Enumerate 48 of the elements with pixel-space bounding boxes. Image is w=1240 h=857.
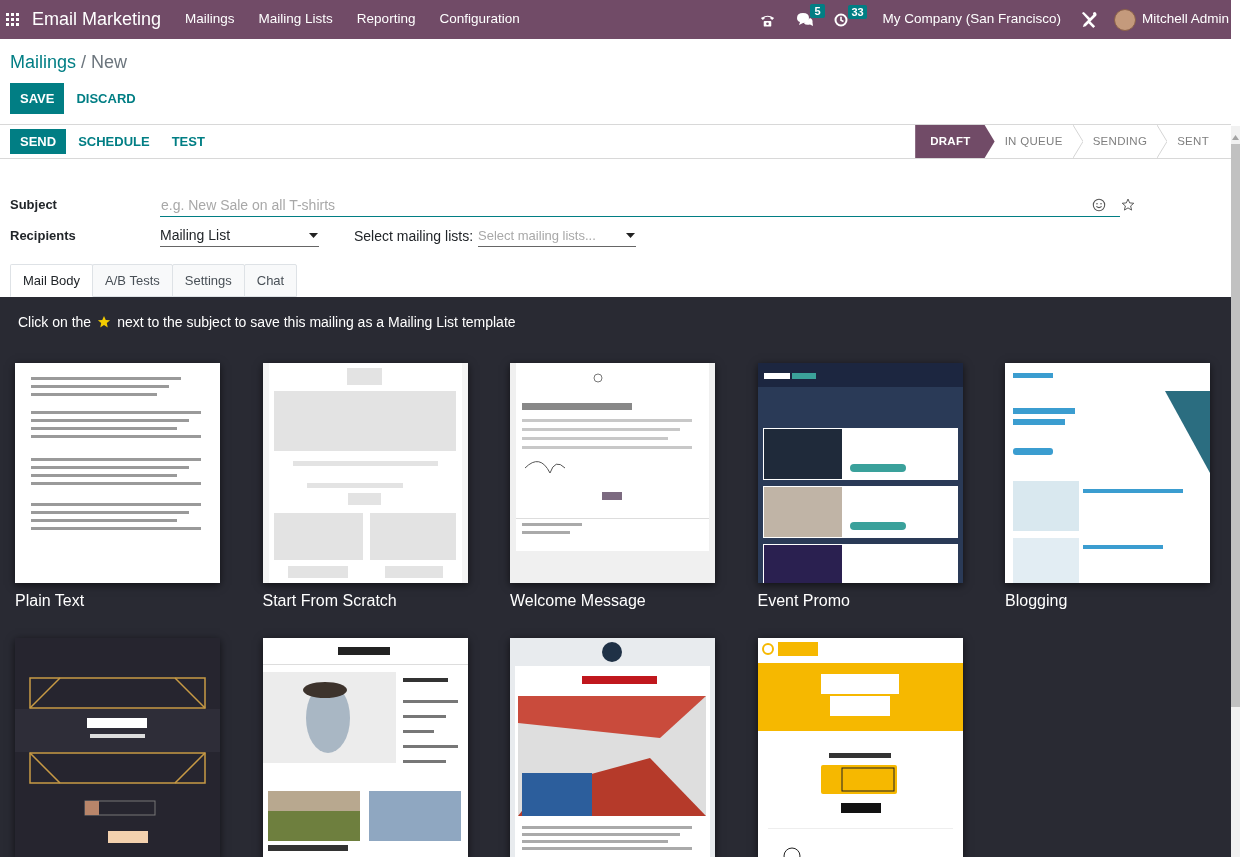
clock-icon[interactable] — [834, 12, 849, 27]
status-step[interactable]: DRAFT — [915, 125, 995, 158]
field-label: Subject — [10, 196, 58, 215]
menu-item[interactable]: Mailing Lists — [246, 9, 345, 30]
action-button[interactable]: DISCARD — [66, 83, 146, 114]
company-switcher[interactable]: My Company (San Francisco) — [882, 9, 1061, 30]
action-button[interactable]: TEST — [161, 129, 215, 154]
tab[interactable]: Settings — [171, 264, 245, 297]
tools-icon[interactable] — [1079, 10, 1098, 29]
recipients-select[interactable]: Mailing List — [160, 225, 319, 247]
scrollbar[interactable] — [1231, 126, 1240, 857]
breadcrumb-current: New — [91, 50, 128, 74]
menu-item[interactable]: Mailings — [173, 9, 247, 30]
tab[interactable]: A/B Tests — [92, 264, 173, 297]
hint-text: next to the subject to save this mailing as a Mailing List template — [117, 312, 516, 332]
template-name[interactable]: Start From Scratch — [262, 591, 468, 611]
template-name[interactable]: Event Promo — [757, 591, 963, 611]
caret-icon — [626, 233, 636, 238]
action-button[interactable]: SEND — [10, 129, 67, 154]
star-icon[interactable] — [1121, 198, 1135, 212]
status-step[interactable]: IN QUEUE — [994, 125, 1073, 158]
status-step[interactable]: SENT — [1167, 125, 1219, 158]
emoji-icon[interactable] — [1092, 198, 1106, 212]
message-count-badge: 5 — [810, 4, 825, 18]
chat-icon[interactable] — [795, 12, 814, 27]
field-label: Select mailing lists: — [354, 226, 474, 246]
activity-count-badge: 33 — [848, 4, 867, 19]
action-button[interactable]: SCHEDULE — [68, 129, 160, 154]
user-menu[interactable]: Mitchell Admin — [1141, 9, 1229, 30]
breadcrumb-link[interactable]: Mailings — [10, 48, 77, 76]
breadcrumb-separator: / — [81, 50, 87, 74]
action-button[interactable]: SAVE — [10, 83, 65, 114]
template-name[interactable]: Plain Text — [15, 591, 220, 611]
star-icon — [97, 315, 112, 329]
app-title[interactable]: Email Marketing — [32, 6, 162, 33]
apps-menu-icon[interactable] — [6, 13, 19, 26]
field-label: Recipients — [10, 227, 77, 246]
tab[interactable]: Chat — [243, 264, 298, 297]
menu-item[interactable]: Configuration — [427, 9, 532, 30]
menu-item[interactable]: Reporting — [344, 9, 428, 30]
status-step[interactable]: SENDING — [1082, 125, 1158, 158]
hint-text: Click on the — [18, 312, 92, 332]
template-name[interactable]: Blogging — [1005, 591, 1210, 611]
tab[interactable]: Mail Body — [10, 264, 94, 297]
avatar[interactable] — [1113, 8, 1136, 31]
template-name[interactable]: Welcome Message — [510, 591, 715, 611]
subject-field[interactable]: e.g. New Sale on all T-shirts — [160, 193, 1120, 217]
caret-icon — [309, 233, 318, 238]
